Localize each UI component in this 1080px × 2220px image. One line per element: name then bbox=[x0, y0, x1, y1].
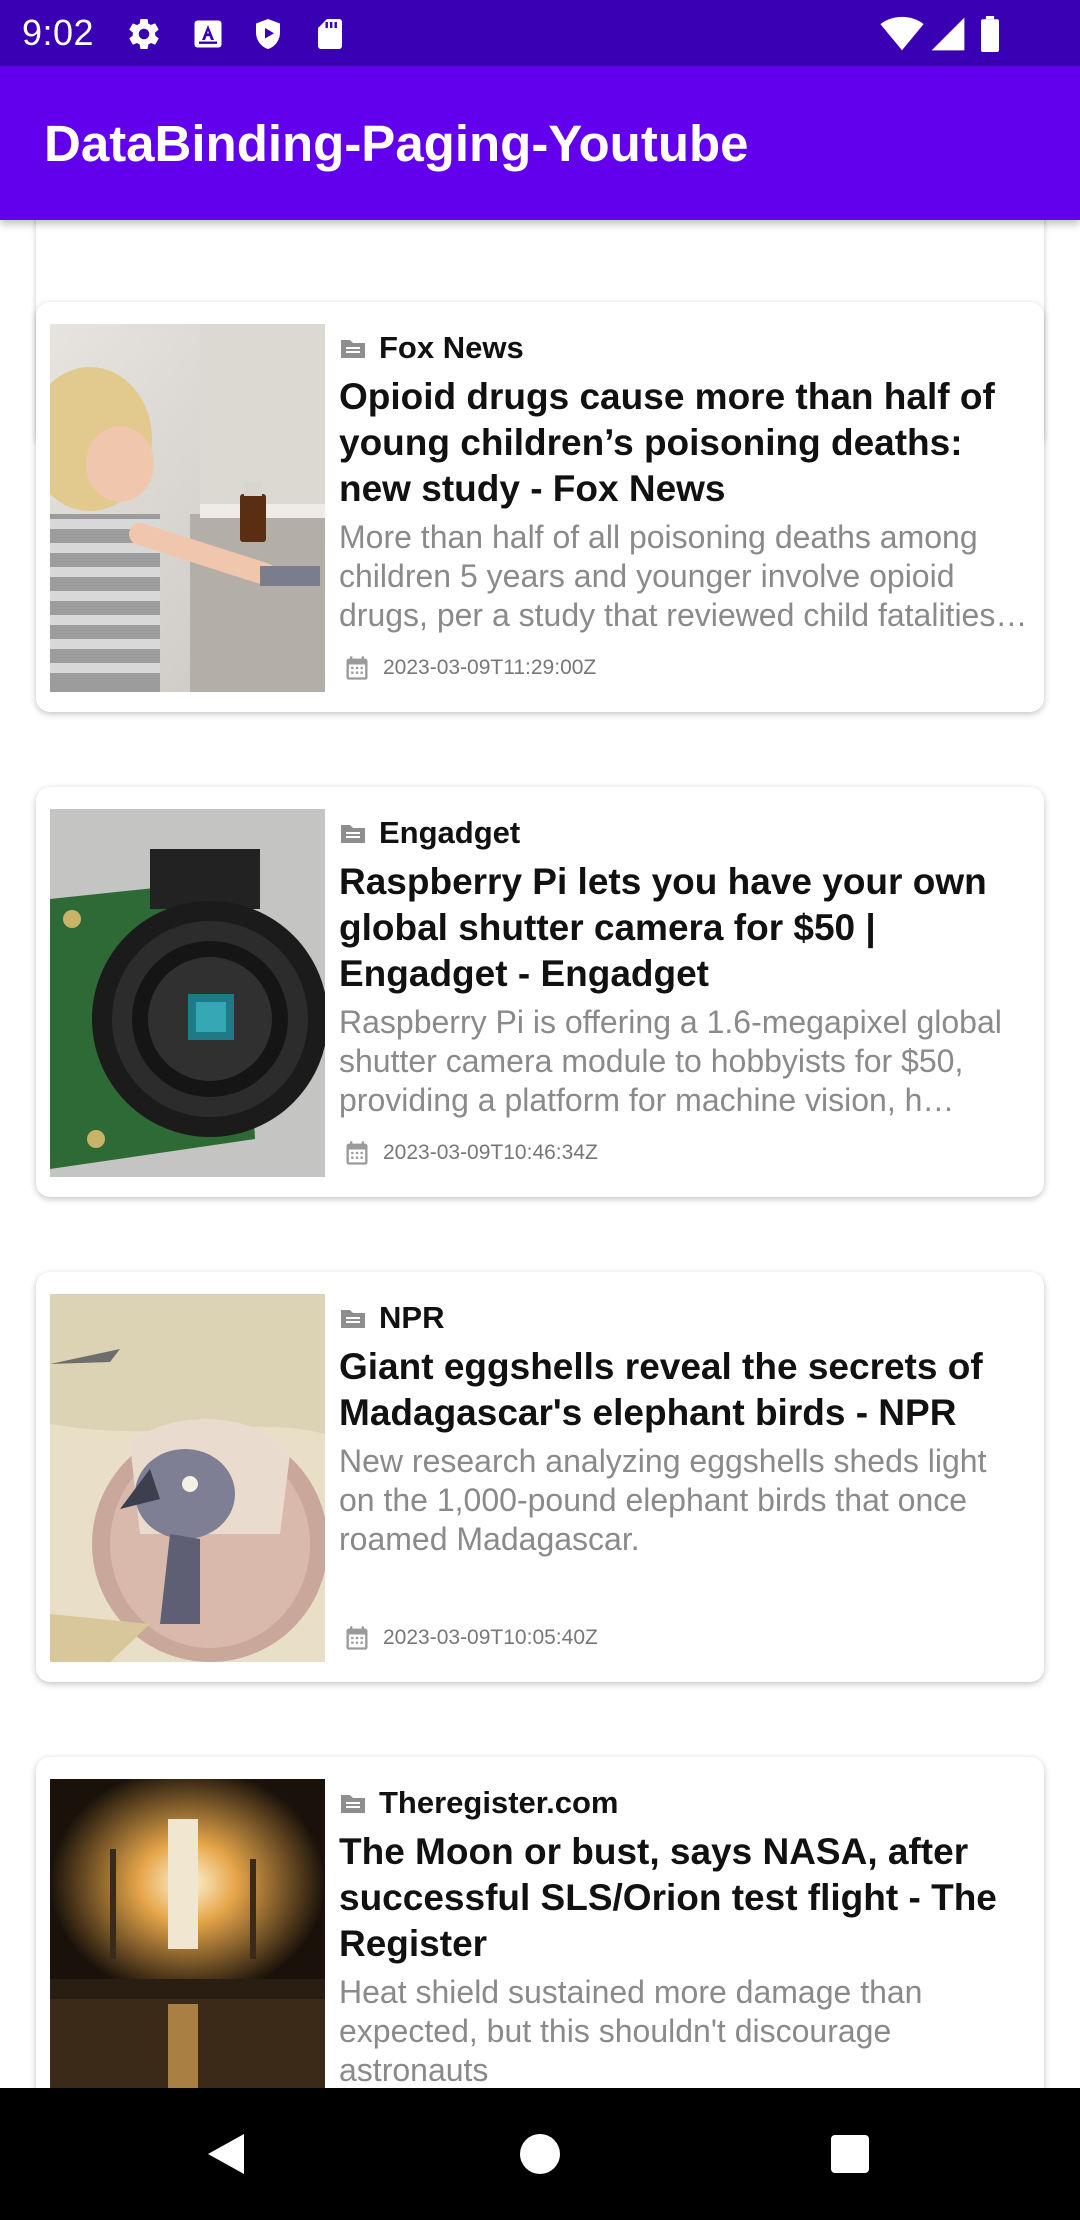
article-list[interactable]: Fox News Opioid drugs cause more than ha… bbox=[0, 220, 1080, 2088]
article-description: More than half of all poisoning deaths a… bbox=[339, 519, 1028, 633]
signal-icon bbox=[928, 16, 968, 52]
back-icon[interactable] bbox=[194, 2122, 258, 2186]
calendar-icon bbox=[343, 1624, 371, 1652]
folder-icon bbox=[339, 1306, 367, 1330]
article-date: 2023-03-09T11:29:00Z bbox=[383, 656, 597, 679]
article-description: Heat shield sustained more damage than e… bbox=[339, 1974, 923, 2088]
article-description: Raspberry Pi is offering a 1.6-megapixel… bbox=[339, 1004, 1002, 1118]
article-card[interactable]: Engadget Raspberry Pi lets you have your… bbox=[36, 787, 1044, 1197]
home-icon[interactable] bbox=[508, 2122, 572, 2186]
app-title: DataBinding-Paging-Youtube bbox=[44, 115, 749, 172]
article-source: Fox News bbox=[379, 330, 524, 365]
status-bar: 9:02 bbox=[0, 0, 1080, 66]
article-description: New research analyzing eggshells sheds l… bbox=[339, 1443, 987, 1557]
article-thumbnail bbox=[50, 1294, 325, 1662]
battery-icon bbox=[978, 16, 1002, 52]
article-card[interactable]: Fox News Opioid drugs cause more than ha… bbox=[36, 302, 1044, 712]
article-thumbnail bbox=[50, 809, 325, 1177]
article-source: Theregister.com bbox=[379, 1785, 619, 1820]
article-card[interactable]: Theregister.com The Moon or bust, says N… bbox=[36, 1757, 1044, 2088]
app-bar: DataBinding-Paging-Youtube bbox=[0, 66, 1080, 220]
article-title[interactable]: The Moon or bust, says NASA, after succe… bbox=[339, 1829, 1029, 1967]
article-title[interactable]: Opioid drugs cause more than half of you… bbox=[339, 374, 1029, 512]
recents-icon[interactable] bbox=[818, 2122, 882, 2186]
article-thumbnail bbox=[50, 324, 325, 692]
article-date: 2023-03-09T10:05:40Z bbox=[383, 1626, 598, 1649]
calendar-icon bbox=[343, 1139, 371, 1167]
folder-icon bbox=[339, 821, 367, 845]
article-title[interactable]: Raspberry Pi lets you have your own glob… bbox=[339, 859, 1029, 997]
shield-play-icon bbox=[250, 16, 286, 52]
folder-icon bbox=[339, 1791, 367, 1815]
article-source: Engadget bbox=[379, 815, 521, 850]
article-card[interactable]: NPR Giant eggshells reveal the secrets o… bbox=[36, 1272, 1044, 1682]
article-thumbnail bbox=[50, 1779, 325, 2088]
gear-icon bbox=[126, 16, 162, 52]
wifi-icon bbox=[880, 16, 924, 52]
navigation-bar bbox=[0, 2088, 1080, 2220]
folder-icon bbox=[339, 336, 367, 360]
calendar-icon bbox=[343, 654, 371, 682]
sd-card-icon bbox=[312, 16, 348, 52]
status-time: 9:02 bbox=[22, 12, 95, 53]
article-date: 2023-03-09T10:46:34Z bbox=[383, 1141, 598, 1164]
a-badge-icon bbox=[190, 16, 226, 52]
article-source: NPR bbox=[379, 1300, 445, 1335]
article-title[interactable]: Giant eggshells reveal the secrets of Ma… bbox=[339, 1344, 1029, 1436]
